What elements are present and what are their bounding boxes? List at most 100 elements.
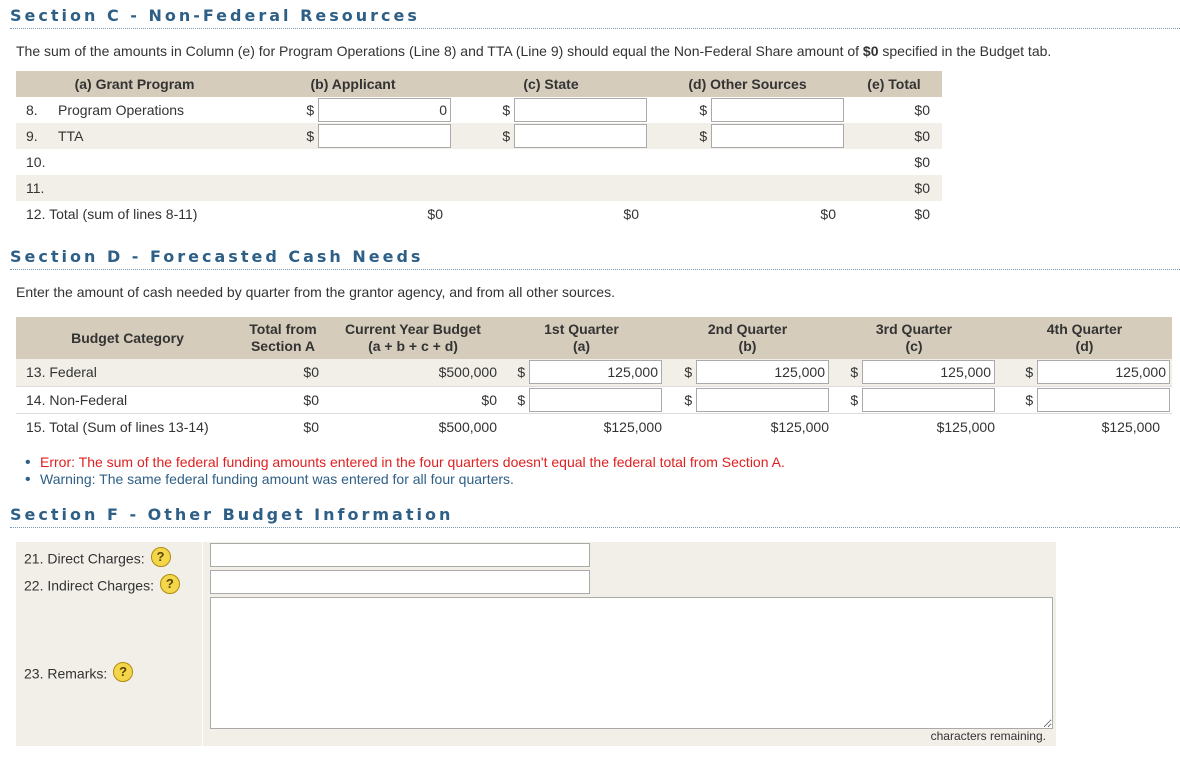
col-header-budget-category: Budget Category [16, 317, 239, 359]
col-header-1st-quarter: 1st Quarter (a) [499, 317, 664, 359]
applicant-cell: $ [253, 97, 453, 123]
intro-text-end: specified in the Budget tab. [878, 43, 1052, 59]
table-row: 11. $0 [16, 175, 942, 201]
remarks-label: 23. Remarks: ? [24, 662, 134, 685]
q4-sum: $125,000 [1101, 418, 1160, 435]
q1-sum: $125,000 [603, 418, 662, 435]
federal-q3-input[interactable] [862, 360, 995, 385]
header-text: (a) [572, 338, 591, 354]
indirect-charges-input[interactable] [210, 570, 590, 594]
dollar-sign: $ [306, 128, 315, 144]
col-header-4th-quarter: 4th Quarter (d) [997, 317, 1172, 359]
q4-cell: $ [997, 386, 1172, 414]
table-row: 14. Non-Federal $0 $0 $ $ $ $ [16, 386, 1172, 414]
dollar-sign: $ [699, 102, 708, 118]
table-row: 13. Federal $0 $500,000 $ $ $ $ [16, 359, 1172, 387]
dollar-sign: $ [306, 102, 315, 118]
header-text: 1st Quarter [544, 321, 619, 337]
col-header-other-sources: (d) Other Sources [649, 71, 846, 97]
program-ops-state-input[interactable] [514, 98, 647, 122]
table-header-row: (a) Grant Program (b) Applicant (c) Stat… [16, 71, 942, 97]
state-cell: $ [453, 123, 649, 149]
label-text: 23. Remarks: [24, 665, 108, 682]
federal-q2-input[interactable] [696, 360, 829, 385]
header-text: 2nd Quarter [707, 321, 788, 337]
q2-sum: $125,000 [770, 418, 829, 435]
error-message: Error: The sum of the federal funding am… [25, 454, 785, 471]
program-ops-applicant-input[interactable] [318, 98, 451, 122]
dollar-sign: $ [517, 364, 526, 381]
dollar-sign: $ [1025, 391, 1034, 408]
col-header-state: (c) State [453, 71, 649, 97]
applicant-cell: $ [253, 123, 453, 149]
empty-cell [453, 175, 649, 201]
question-help-icon[interactable]: ? [150, 547, 171, 567]
tta-other-input[interactable] [711, 124, 844, 148]
dollar-sign: $ [699, 128, 708, 144]
header-text: Current Year Budget [345, 321, 481, 337]
non-federal-q2-input[interactable] [696, 387, 829, 412]
section-f-title: Section F - Other Budget Information [10, 505, 1180, 528]
q1-cell: $ [499, 386, 664, 414]
header-text: (a + b + c + d) [368, 338, 458, 354]
non-federal-share-amount: $0 [862, 43, 879, 59]
non-federal-resources-table: (a) Grant Program (b) Applicant (c) Stat… [16, 71, 942, 227]
row-total: $0 [846, 123, 942, 149]
program-name: Program Operations [58, 102, 185, 118]
dollar-sign: $ [502, 102, 511, 118]
tta-applicant-input[interactable] [318, 124, 451, 148]
empty-cell [453, 149, 649, 175]
grant-program-cell: 11. [16, 175, 253, 201]
forecasted-cash-needs-table: Budget Category Total from Section A Curr… [16, 317, 1172, 440]
non-federal-q1-input[interactable] [529, 387, 662, 412]
dollar-sign: $ [684, 364, 693, 381]
row-total: $0 [914, 102, 930, 118]
line-number: 8. [26, 102, 38, 118]
non-federal-q4-input[interactable] [1037, 387, 1170, 412]
header-text: Total from [249, 321, 317, 337]
q3-cell: $ [831, 386, 997, 414]
grant-program-cell: 10. [16, 149, 253, 175]
non-federal-q3-input[interactable] [862, 387, 995, 412]
total-row: 15. Total (Sum of lines 13-14) $0 $500,0… [16, 413, 1172, 440]
tta-state-input[interactable] [514, 124, 647, 148]
direct-charges-input[interactable] [210, 543, 590, 567]
total-other-sources: $0 [820, 206, 836, 222]
section-d-title: Section D - Forecasted Cash Needs [10, 247, 1180, 270]
q3-cell: $ [831, 359, 997, 387]
warning-message: Warning: The same federal funding amount… [25, 471, 785, 488]
indirect-charges-label: 22. Indirect Charges: ? [24, 574, 180, 597]
col-header-total: (e) Total [846, 71, 942, 97]
question-help-icon[interactable]: ? [159, 574, 180, 594]
table-row: 8. Program Operations $ $ $ $0 [16, 97, 942, 123]
divider [202, 542, 203, 746]
intro-text: The sum of the amounts in Column (e) for… [16, 43, 863, 59]
federal-q1-input[interactable] [529, 360, 662, 385]
line-number: 10. [26, 154, 46, 170]
category-label: 14. Non-Federal [16, 386, 239, 414]
other-sources-cell: $ [649, 123, 846, 149]
section-c-title: Section C - Non-Federal Resources [10, 6, 1180, 29]
question-help-icon[interactable]: ? [113, 662, 134, 682]
header-text: 3rd Quarter [875, 321, 953, 337]
col-header-2nd-quarter: 2nd Quarter (b) [664, 317, 831, 359]
total-state: $0 [623, 206, 639, 222]
current-year-budget-sum: $500,000 [438, 418, 497, 435]
table-header-row: Budget Category Total from Section A Curr… [16, 317, 1172, 359]
header-text: (d) [1075, 338, 1094, 354]
grant-program-cell: 9. TTA [16, 123, 253, 149]
program-ops-other-input[interactable] [711, 98, 844, 122]
header-text: 4th Quarter [1046, 321, 1123, 337]
header-text: Section A [250, 338, 316, 354]
remarks-textarea[interactable] [210, 597, 1053, 729]
total-section-a-value: $0 [239, 386, 327, 414]
current-year-budget-value: $500,000 [327, 359, 499, 387]
empty-cell [253, 149, 453, 175]
header-text: (b) [738, 338, 757, 354]
federal-q4-input[interactable] [1037, 360, 1170, 385]
validation-messages: Error: The sum of the federal funding am… [25, 454, 785, 488]
line-number: 9. [26, 128, 38, 144]
col-header-3rd-quarter: 3rd Quarter (c) [831, 317, 997, 359]
program-name: TTA [58, 128, 84, 144]
empty-cell [649, 175, 846, 201]
